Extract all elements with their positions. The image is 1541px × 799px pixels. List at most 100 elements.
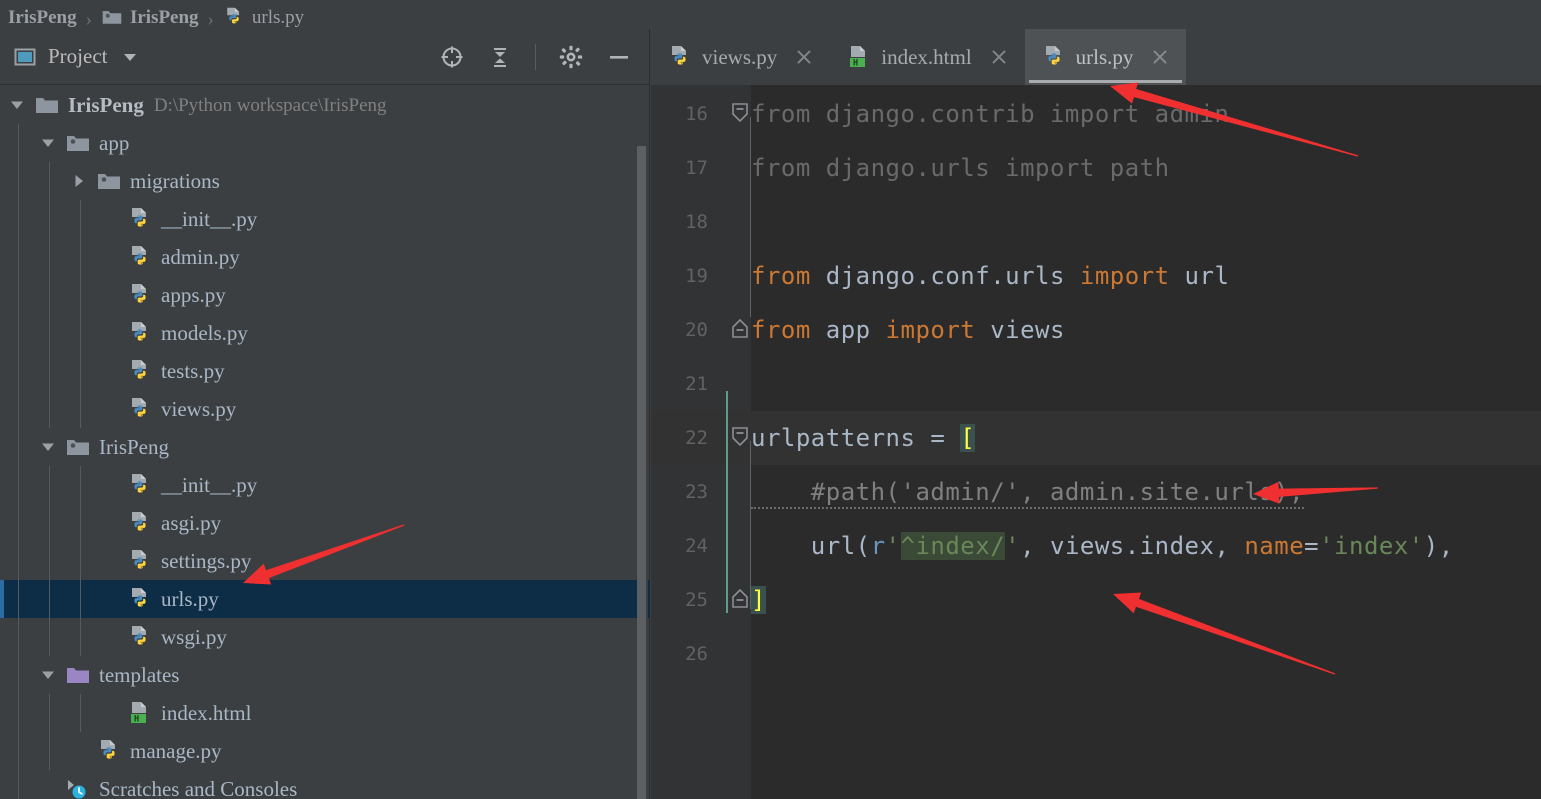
project-scrollbar-thumb[interactable] (637, 146, 646, 799)
project-panel-toolbar (439, 43, 640, 70)
tree-row[interactable]: IrisPeng D:\Python workspace\IrisPeng (0, 86, 650, 124)
tree-row[interactable]: migrations (0, 162, 650, 200)
code-text: url(r'^index/', views.index, name='index… (751, 532, 1454, 560)
code-token: url (1169, 262, 1230, 290)
breadcrumb-separator: › (207, 9, 214, 29)
code-token: django.conf.urls (810, 262, 1080, 290)
tree-row[interactable]: app (0, 124, 650, 162)
code-line[interactable]: 25] (651, 573, 1541, 627)
tree-indent-guide (49, 466, 50, 504)
tree-row-selected[interactable]: urls.py (0, 580, 650, 618)
tree-row[interactable]: models.py (0, 314, 650, 352)
collapse-all-icon[interactable] (487, 44, 513, 70)
breadcrumb-item-irispeng[interactable]: IrisPeng (101, 5, 199, 29)
gear-icon[interactable] (558, 44, 584, 70)
code-editor[interactable]: 16 from django.contrib import admin 17 from… (651, 85, 1541, 799)
tree-row[interactable]: IrisPeng (0, 428, 650, 466)
tree-row[interactable]: asgi.py (0, 504, 650, 542)
code-line[interactable]: 19 from django.conf.urls import url (651, 249, 1541, 303)
breadcrumb-item-irispeng[interactable]: IrisPeng (8, 5, 77, 29)
close-icon[interactable] (792, 45, 816, 69)
line-number: 24 (685, 535, 708, 557)
tree-twisty[interactable] (6, 96, 28, 114)
tree-row[interactable]: manage.py (0, 732, 650, 770)
project-window-icon (12, 44, 38, 70)
tree-row[interactable]: Hindex.html (0, 694, 650, 732)
fold-marker-fold-end-down[interactable] (729, 101, 751, 127)
code-line[interactable]: 17 from django.urls import path (651, 141, 1541, 195)
editor-tab-urls-py[interactable]: urls.py (1024, 29, 1187, 85)
tree-indent-guide (18, 352, 19, 390)
tree-row[interactable]: tests.py (0, 352, 650, 390)
tree-row[interactable]: views.py (0, 390, 650, 428)
line-number: 22 (685, 427, 708, 449)
tree-twisty[interactable] (37, 438, 59, 456)
tree-indent-guide (49, 504, 50, 542)
fold-marker-fold-start[interactable] (729, 425, 751, 451)
tree-twisty[interactable] (37, 134, 59, 152)
code-line[interactable]: 21 (651, 357, 1541, 411)
tree-indent-guide (18, 162, 19, 200)
tree-row[interactable]: __init__.py (0, 200, 650, 238)
code-line[interactable]: 24 url(r'^index/', views.index, name='in… (651, 519, 1541, 573)
python-file-icon (132, 626, 146, 645)
code-line[interactable]: 16 from django.contrib import admin (651, 87, 1541, 141)
code-line[interactable]: 26 (651, 627, 1541, 681)
tree-indent-guide (80, 580, 81, 618)
close-icon[interactable] (987, 45, 1011, 69)
close-icon[interactable] (1148, 45, 1172, 69)
twisty-collapsed-icon[interactable] (70, 172, 88, 190)
vcs-change-stripe[interactable] (726, 391, 728, 613)
tree-indent-guide (49, 694, 50, 732)
line-number: 21 (685, 373, 708, 395)
twisty-expanded-icon[interactable] (8, 96, 26, 114)
svg-text:H: H (853, 59, 858, 69)
tree-item-label: manage.py (130, 738, 222, 763)
chevron-down-icon[interactable] (117, 44, 143, 70)
line-number: 16 (685, 103, 708, 125)
module-folder-icon (67, 136, 89, 151)
editor-tab-label: index.html (881, 44, 972, 69)
twisty-expanded-icon[interactable] (39, 438, 57, 456)
minimize-icon[interactable] (606, 44, 632, 70)
code-line[interactable]: 23 #path('admin/', admin.site.urls), (651, 465, 1541, 519)
twisty-expanded-icon[interactable] (39, 666, 57, 684)
code-line[interactable]: 22 urlpatterns = [ (651, 411, 1541, 465)
tree-indent-guide (18, 694, 19, 732)
folder-icon (36, 98, 58, 113)
code-line[interactable]: 20 from app import views (651, 303, 1541, 357)
tree-row[interactable]: templates (0, 656, 650, 694)
tree-indent-guide (80, 542, 81, 580)
twisty-expanded-icon[interactable] (39, 134, 57, 152)
fold-marker-fold-end-up[interactable] (729, 317, 751, 343)
tree-row[interactable]: apps.py (0, 276, 650, 314)
python-file-icon (132, 322, 146, 341)
tree-indent-guide (80, 314, 81, 352)
breadcrumb-item-urls-py[interactable]: urls.py (223, 5, 304, 29)
tree-indent-guide (18, 200, 19, 238)
python-file-icon (132, 208, 146, 227)
tree-row[interactable]: __init__.py (0, 466, 650, 504)
scratches-icon (68, 780, 86, 799)
fold-marker-fold-end-up[interactable] (729, 587, 751, 613)
project-tree[interactable]: IrisPeng D:\Python workspace\IrisPeng app… (0, 86, 650, 799)
editor-tab-index-html[interactable]: Hindex.html (830, 29, 1024, 85)
tree-item-label: index.html (161, 700, 252, 725)
code-line[interactable]: 18 (651, 195, 1541, 249)
project-scrollbar-track[interactable] (637, 86, 648, 799)
tree-row[interactable]: wsgi.py (0, 618, 650, 656)
tree-twisty[interactable] (37, 666, 59, 684)
locate-icon[interactable] (439, 44, 465, 70)
tree-twisty[interactable] (68, 172, 90, 190)
python-file-icon (132, 588, 146, 607)
tree-indent-guide (18, 466, 19, 504)
editor-tab-views-py[interactable]: views.py (651, 29, 830, 85)
line-number: 26 (685, 643, 708, 665)
tree-row[interactable]: admin.py (0, 238, 650, 276)
code-token: ' (885, 532, 901, 560)
python-file-icon (101, 740, 115, 759)
line-number: 19 (685, 265, 708, 287)
tree-row[interactable]: settings.py (0, 542, 650, 580)
tree-indent-guide (18, 542, 19, 580)
tree-row[interactable]: Scratches and Consoles (0, 770, 650, 799)
